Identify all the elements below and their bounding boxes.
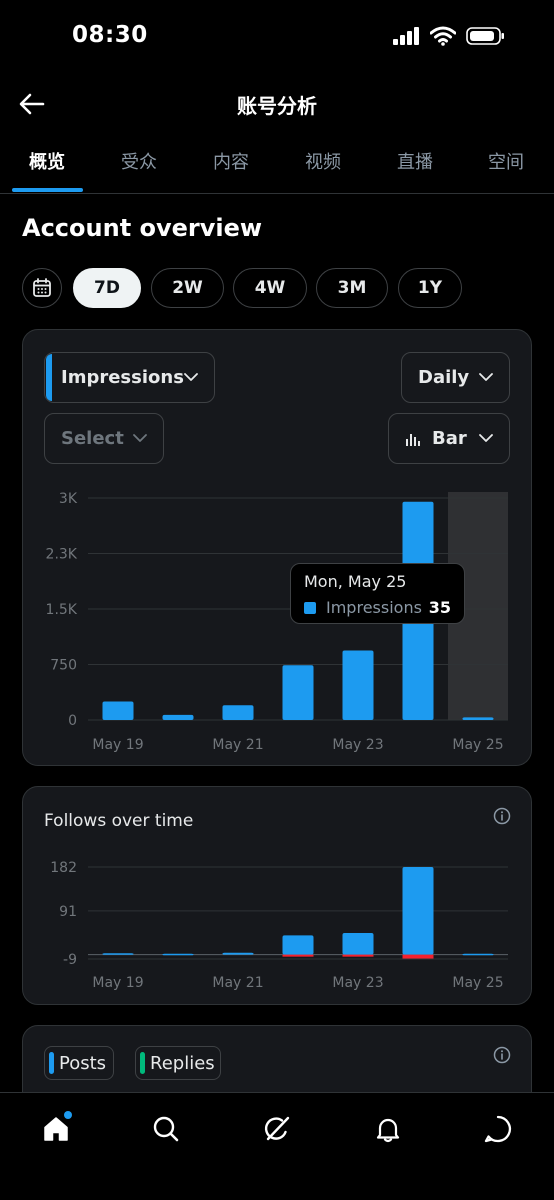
bar [162, 714, 194, 720]
x-tick-label: May 25 [452, 975, 503, 991]
wifi-icon [430, 26, 456, 46]
calendar-icon [33, 278, 51, 297]
range-3m[interactable]: 3M [316, 268, 388, 308]
bar [102, 701, 134, 720]
bar [342, 932, 374, 955]
status-icons [392, 26, 506, 46]
bottom-navigation [0, 1092, 554, 1200]
nav-grok[interactable] [259, 1111, 295, 1147]
nav-notifications[interactable] [370, 1111, 406, 1147]
tab-bar: 概览 受众 内容 视频 直播 空间 [0, 138, 554, 194]
range-2w[interactable]: 2W [151, 268, 224, 308]
x-tick-label: May 23 [332, 975, 383, 991]
top-bar: 账号分析 [0, 80, 554, 130]
impressions-bar-chart[interactable]: 3K 2.3K 1.5K 750 0 May 19 May 21 May 23 May 25 [23, 330, 533, 767]
battery-icon [466, 27, 504, 45]
y-tick-label: 91 [59, 904, 77, 920]
bar [102, 953, 134, 955]
range-1y[interactable]: 1Y [398, 268, 462, 308]
status-time: 08:30 [72, 22, 148, 48]
grok-icon [264, 1116, 290, 1141]
y-tick-label: -9 [63, 952, 77, 968]
y-tick-label: 750 [50, 658, 77, 674]
bar [282, 935, 314, 955]
tooltip-label: Impressions [326, 598, 422, 617]
tab-content[interactable]: 内容 [196, 148, 266, 174]
range-7d[interactable]: 7D [73, 268, 141, 308]
y-tick-label: 0 [68, 713, 77, 729]
home-icon [44, 1117, 68, 1141]
legend-posts-label: Posts [59, 1052, 107, 1074]
page-title: 账号分析 [237, 94, 317, 118]
x-tick-label: May 21 [212, 975, 263, 991]
range-4w[interactable]: 4W [233, 268, 307, 308]
bar [462, 953, 494, 956]
x-tick-label: May 19 [92, 975, 143, 991]
replies-color-indicator [140, 1052, 145, 1074]
negative-bar [402, 954, 434, 959]
chart-tooltip: Mon, May 25 Impressions 35 [290, 563, 465, 624]
tooltip-swatch [304, 602, 316, 614]
nav-messages[interactable] [480, 1111, 516, 1147]
tooltip-title: Mon, May 25 [304, 572, 407, 591]
legend-posts[interactable]: Posts [44, 1046, 114, 1080]
chat-bubble-icon [484, 1115, 511, 1143]
bell-icon [376, 1118, 400, 1143]
section-title: Account overview [22, 214, 263, 242]
bar [162, 953, 194, 956]
signal-icon [393, 27, 419, 45]
bar [342, 650, 374, 720]
bar [222, 705, 254, 720]
bar [462, 717, 494, 720]
info-icon[interactable] [493, 1046, 511, 1064]
bar [402, 867, 434, 955]
x-tick-label: May 23 [332, 737, 383, 753]
tab-audience[interactable]: 受众 [104, 148, 174, 174]
y-tick-label: 2.3K [46, 547, 78, 563]
tab-video[interactable]: 视频 [288, 148, 358, 174]
bar [222, 952, 254, 955]
tab-spaces[interactable]: 空间 [471, 148, 541, 174]
y-tick-label: 1.5K [46, 602, 78, 618]
status-bar: 08:30 [0, 0, 554, 76]
y-tick-label: 3K [59, 491, 78, 507]
bar [282, 665, 314, 720]
notification-dot [64, 1111, 72, 1119]
x-tick-label: May 21 [212, 737, 263, 753]
tooltip-value: 35 [428, 598, 451, 617]
nav-home[interactable] [38, 1111, 74, 1147]
legend-replies-label: Replies [150, 1052, 215, 1074]
y-tick-label: 182 [50, 860, 77, 876]
nav-search[interactable] [148, 1111, 184, 1147]
follows-bar-chart[interactable]: 182 91 -9 May 19 May 21 May 23 May 25 [23, 787, 533, 1006]
tab-live[interactable]: 直播 [380, 148, 450, 174]
tab-overview[interactable]: 概览 [12, 148, 82, 174]
x-tick-label: May 25 [452, 737, 503, 753]
x-tick-label: May 19 [92, 737, 143, 753]
follows-card: Follows over time 182 91 -9 May 19 May 21 May… [22, 786, 532, 1005]
posts-color-indicator [49, 1052, 54, 1074]
legend-replies[interactable]: Replies [135, 1046, 221, 1080]
search-icon [153, 1116, 179, 1142]
negative-bar [282, 954, 314, 957]
active-tab-indicator [12, 188, 83, 192]
impressions-card: Impressions Daily Select Bar 3K 2.3K 1.5K 7… [22, 329, 532, 766]
negative-bar [342, 954, 374, 957]
calendar-button[interactable] [22, 268, 62, 308]
